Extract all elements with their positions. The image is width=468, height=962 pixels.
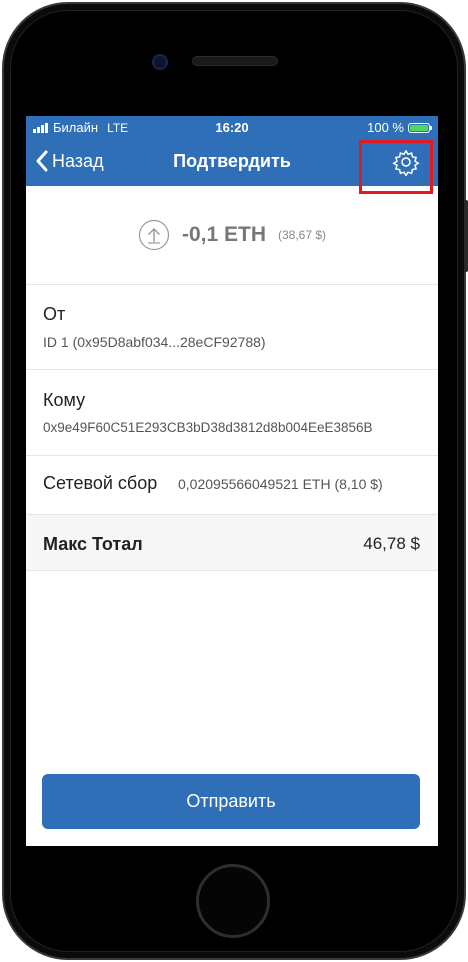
- app-screen: Билайн LTE 16:20 100 % Назад Подтвердить: [26, 116, 438, 846]
- status-right: 100 %: [367, 120, 432, 135]
- from-row: От ID 1 (0x95D8abf034...28eCF92788): [26, 284, 438, 370]
- nav-bar: Назад Подтвердить: [26, 138, 438, 186]
- amount-summary: -0,1 ETH (38,67 $): [26, 186, 438, 285]
- side-button: [464, 200, 468, 272]
- from-value: ID 1 (0x95D8abf034...28eCF92788): [43, 334, 266, 350]
- status-bar: Билайн LTE 16:20 100 %: [26, 116, 438, 138]
- to-label: Кому: [43, 390, 86, 410]
- gear-icon[interactable]: [392, 148, 420, 176]
- fee-row: Сетевой сбор 0,02095566049521 ETH (8,10 …: [26, 456, 438, 515]
- speaker-grille: [192, 56, 278, 66]
- home-button[interactable]: [196, 864, 270, 938]
- to-row: Кому 0x9e49F60C51E293CB3bD38d3812d8b004E…: [26, 370, 438, 456]
- to-value: 0x9e49F60C51E293CB3bD38d3812d8b004EeE385…: [43, 420, 373, 435]
- arrow-up-circle-icon: [138, 219, 170, 251]
- fee-label: Сетевой сбор: [43, 473, 158, 493]
- amount-fiat: (38,67 $): [278, 228, 327, 242]
- chevron-left-icon: [36, 150, 48, 172]
- battery-percent: 100 %: [367, 120, 404, 135]
- back-label: Назад: [52, 150, 104, 171]
- send-button[interactable]: Отправить: [42, 774, 420, 829]
- camera-icon: [152, 54, 168, 70]
- total-row: Макс Тотал 46,78 $: [26, 515, 438, 571]
- fee-value: 0,02095566049521 ETH (8,10 $): [178, 476, 383, 492]
- total-value: 46,78 $: [363, 534, 420, 553]
- amount-value: -0,1 ETH: [181, 223, 266, 246]
- phone-frame: Билайн LTE 16:20 100 % Назад Подтвердить: [0, 0, 468, 962]
- back-button[interactable]: Назад: [36, 150, 104, 172]
- battery-icon: [408, 122, 432, 133]
- from-label: От: [43, 304, 66, 324]
- total-label: Макс Тотал: [43, 534, 143, 554]
